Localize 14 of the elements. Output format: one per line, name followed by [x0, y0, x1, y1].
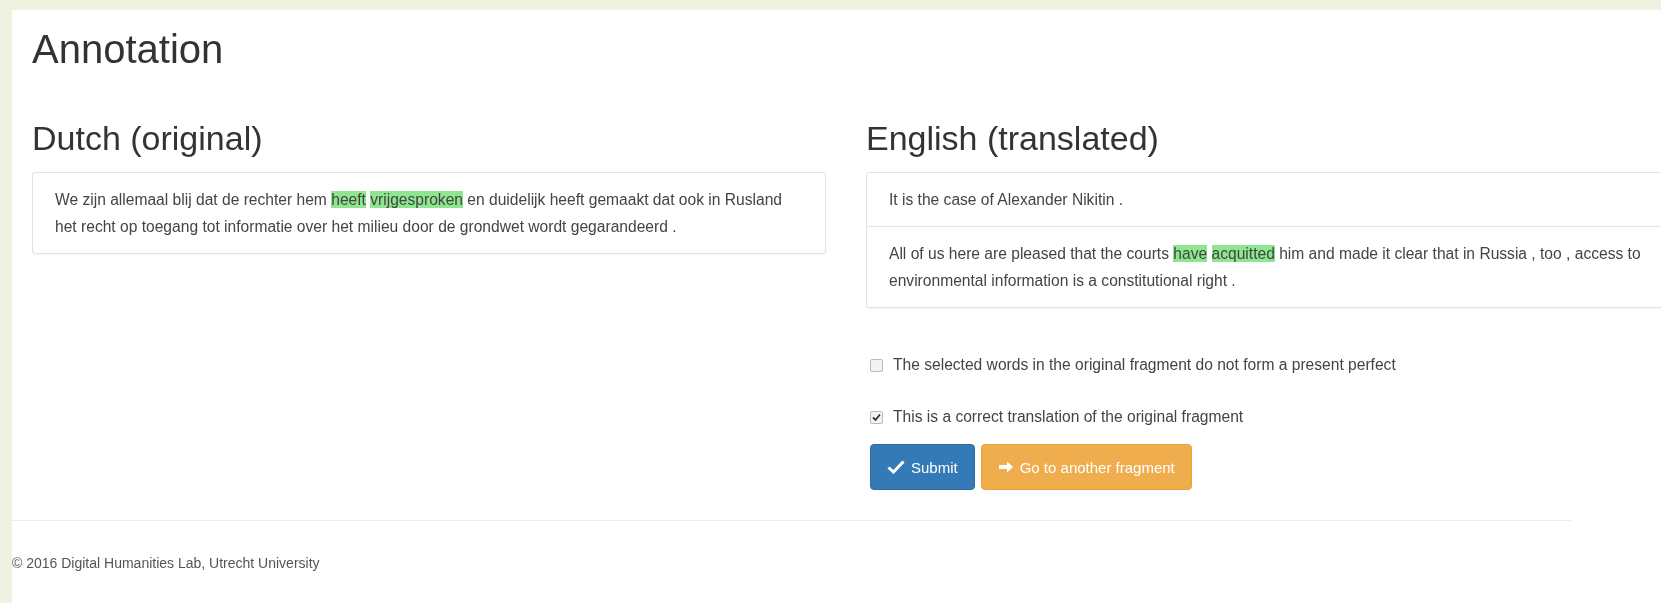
sentence-text: All of us here are pleased that the courts have acquitted him and made it clear that in Russia , too , access to environmental information is a constitutional right . [867, 226, 1661, 307]
checkbox-label: The selected words in the original fragment do not form a present perfect [893, 356, 1396, 374]
sentence-text: We zijn allemaal blij dat de rechter hem heeft vrijgesproken en duidelijk heeft gemaakt dat ook in Rusland het recht op toegang tot informatie over het milieu door de grondwet wordt gegarandeerd . [54, 190, 784, 237]
page-title: Annotation [32, 26, 225, 73]
section-heading: English (translated) [866, 118, 1160, 158]
check-icon [887, 460, 905, 474]
sentence-text: It is the case of Alexander Nikitin . [888, 190, 1125, 210]
checkbox-label: This is a correct translation of the original fragment [893, 408, 1244, 426]
checkbox[interactable] [870, 358, 883, 372]
section-heading: Dutch (original) [32, 118, 264, 158]
footer-text: © 2016 Digital Humanities Lab, Utrecht University [12, 555, 321, 571]
arrow-right-icon [997, 460, 1014, 474]
submit-button[interactable]: Submit [870, 444, 975, 490]
checkbox[interactable] [870, 410, 883, 424]
